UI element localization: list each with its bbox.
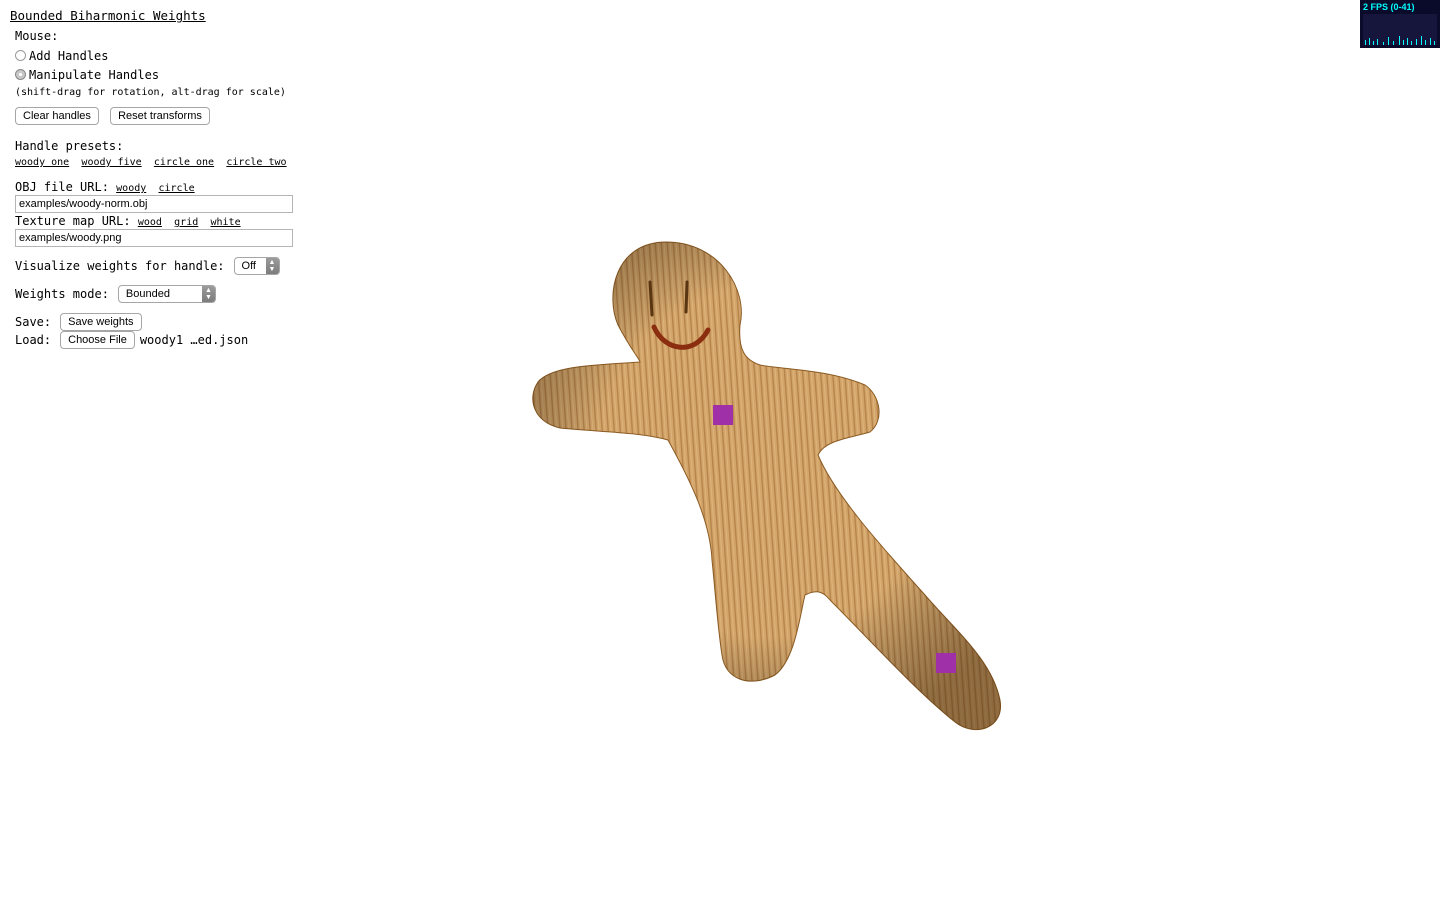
woody-shading [532,242,1001,730]
fps-readout: 2 FPS (0-41) [1363,2,1415,12]
fps-meter: 2 FPS (0-41) [1360,0,1440,48]
woody-mesh [532,241,1001,731]
handle-point[interactable] [936,653,956,673]
handle-point[interactable] [713,405,733,425]
woody-right-eye [684,280,689,314]
fps-graph [1363,14,1437,45]
woody-left-eye [648,280,654,317]
deformation-canvas[interactable] [0,0,1440,900]
